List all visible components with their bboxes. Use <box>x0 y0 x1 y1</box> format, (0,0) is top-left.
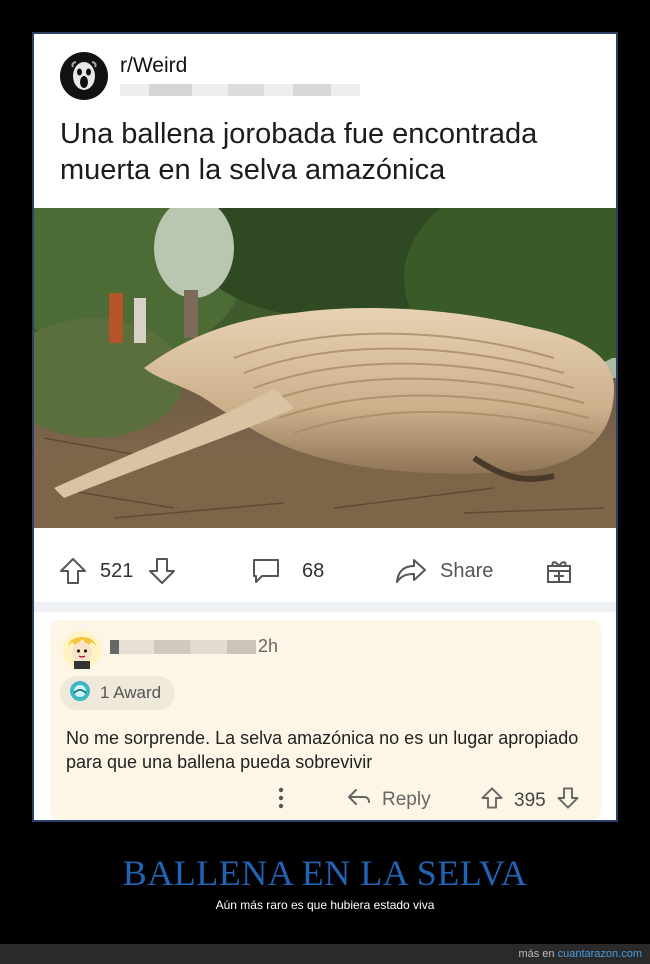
caption-title: BALLENA EN LA SELVA <box>122 853 528 893</box>
vertical-dots-icon <box>276 786 286 816</box>
comment-time: 2h <box>258 636 279 656</box>
scream-face-icon <box>71 61 97 90</box>
footer-prefix: más en <box>518 948 555 960</box>
share-arrow-icon <box>394 556 428 586</box>
award-button[interactable] <box>544 556 574 586</box>
commenter-avatar[interactable] <box>62 630 102 670</box>
comment-vote-group: 395 <box>480 786 580 816</box>
post-header: r/Weird <box>34 34 616 100</box>
share-label: Share <box>440 559 494 582</box>
more-options-button[interactable] <box>276 786 286 816</box>
comment-card: 2h 1 Award No me sorprende. La selva ama… <box>50 620 602 820</box>
post-title: Una ballena jorobada fue encontrada muer… <box>60 118 538 186</box>
comment-downvote-icon[interactable] <box>556 786 580 816</box>
screenshot-frame: r/Weird Una ballena jorobada fue encontr… <box>32 32 618 822</box>
caption-subtitle: Aún más raro es que hubiera estado viva <box>215 898 435 912</box>
comments-button[interactable]: 68 <box>250 556 324 586</box>
site-link[interactable]: cuantarazon.com <box>558 948 642 960</box>
comment-text: No me sorprende. La selva amazónica no e… <box>66 728 579 772</box>
avatar-cartoon-icon <box>63 631 101 669</box>
reply-arrow-icon <box>346 786 372 814</box>
comment-upvote-icon[interactable] <box>480 786 504 816</box>
award-label: 1 Award <box>100 683 162 702</box>
award-icon <box>68 679 92 708</box>
whale-photo <box>34 208 616 528</box>
comment-actions: Reply 395 <box>50 784 602 814</box>
comment-score: 395 <box>514 790 546 811</box>
share-button[interactable]: Share <box>394 556 493 586</box>
comment-bubble-icon <box>250 556 282 586</box>
subreddit-avatar[interactable] <box>60 52 108 100</box>
upvote-icon[interactable] <box>58 556 88 586</box>
site-footer: más en cuantarazon.com <box>0 944 650 964</box>
reply-label: Reply <box>382 789 431 810</box>
gift-icon <box>544 556 574 586</box>
subreddit-name[interactable]: r/Weird <box>120 54 187 78</box>
comment-count: 68 <box>302 559 325 582</box>
post-image[interactable] <box>34 208 616 528</box>
upvote-count: 521 <box>100 559 134 582</box>
section-divider <box>34 602 616 612</box>
redacted-username <box>120 84 360 96</box>
post-actions: 521 68 Share <box>34 534 616 604</box>
reply-button[interactable]: Reply <box>346 786 431 814</box>
vote-group: 521 <box>58 556 177 586</box>
downvote-icon[interactable] <box>147 556 177 586</box>
redacted-commenter-name <box>110 640 256 654</box>
award-badge[interactable]: 1 Award <box>60 676 176 710</box>
